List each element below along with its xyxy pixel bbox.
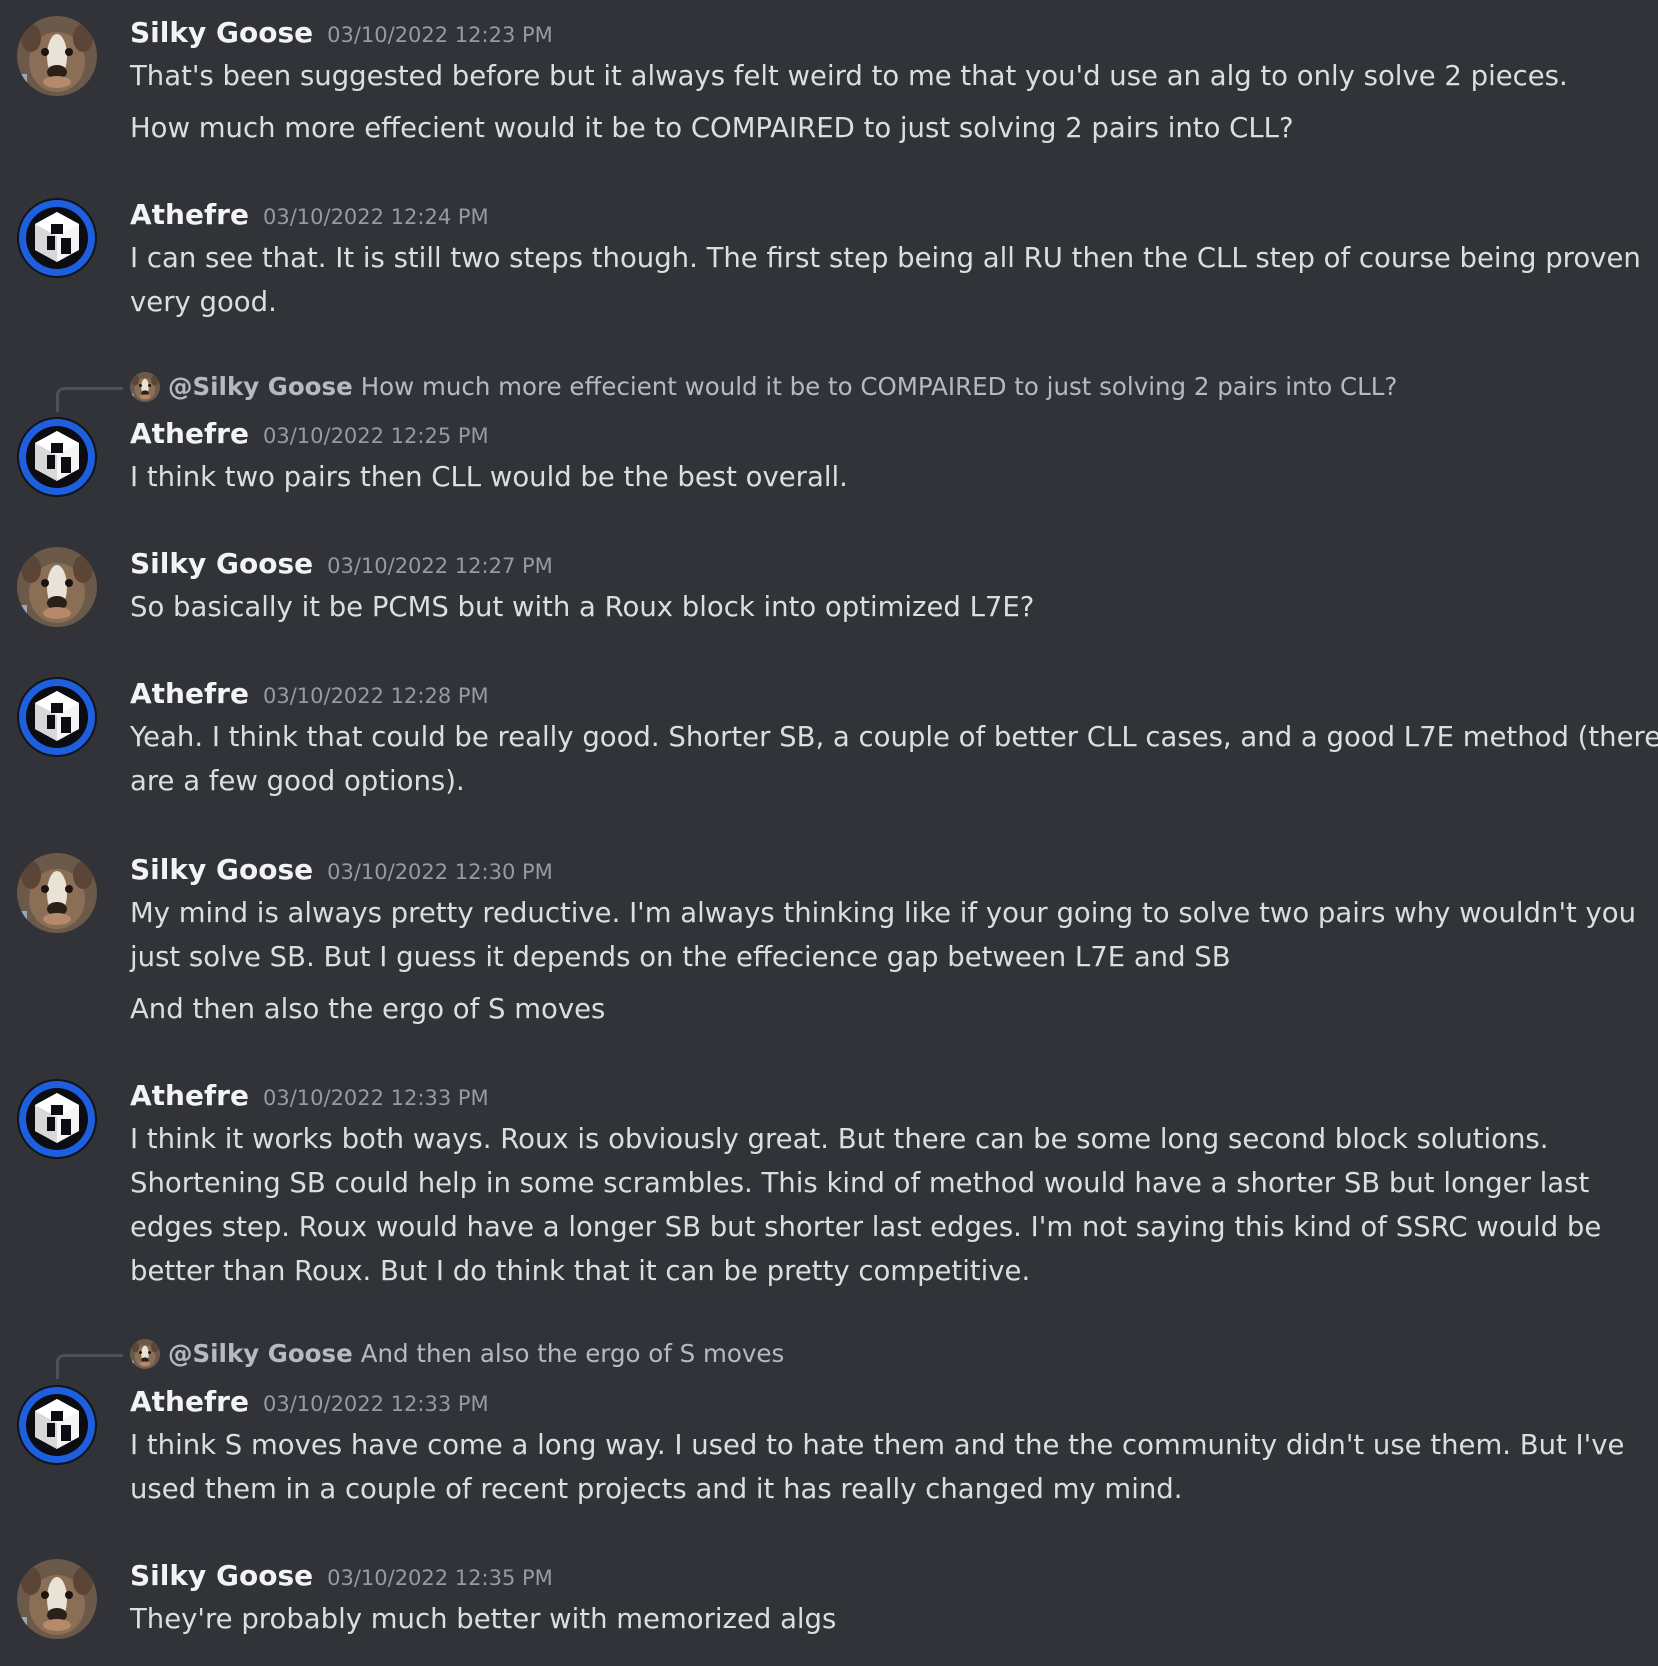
message-content: I think two pairs then CLL would be the … [130,455,1630,499]
reply-preview[interactable]: @Silky Goose And then also the ergo of S … [130,1338,784,1370]
dog-avatar-icon [130,1339,160,1369]
message-text: So basically it be PCMS but with a Roux … [130,591,1035,623]
message-content: My mind is always pretty reductive. I'm … [130,891,1637,1031]
cube-logo-avatar-icon[interactable] [17,417,97,497]
cube-logo-avatar-icon[interactable] [17,1385,97,1465]
message-text: edges step. Roux would have a longer SB … [130,1211,1602,1243]
timestamp[interactable]: 03/10/2022 12:33 PM [263,1086,489,1110]
reply-text[interactable]: How much more effecient would it be to C… [361,372,1398,401]
dog-avatar-icon[interactable] [17,1559,97,1639]
message-content: I think S moves have come a long way. I … [130,1423,1630,1511]
message-text: I think it works both ways. Roux is obvi… [130,1123,1549,1155]
message-header: Athefre 03/10/2022 12:24 PM [130,198,489,231]
message-header: Athefre 03/10/2022 12:28 PM [130,677,489,710]
message-content: They're probably much better with memori… [130,1597,1630,1641]
message-content: Yeah. I think that could be really good.… [130,715,1658,803]
message-text: I think S moves have come a long way. I … [130,1429,1625,1461]
message-header: Athefre 03/10/2022 12:25 PM [130,417,489,450]
message-header: Athefre 03/10/2022 12:33 PM [130,1385,489,1418]
reply-author[interactable]: @Silky Goose [168,1339,353,1368]
author-name[interactable]: Athefre [130,1385,249,1418]
author-name[interactable]: Silky Goose [130,16,313,49]
dog-avatar-icon [130,372,160,402]
author-name[interactable]: Athefre [130,677,249,710]
message-header: Silky Goose 03/10/2022 12:27 PM [130,547,553,580]
reply-author[interactable]: @Silky Goose [168,372,353,401]
message-text: I think two pairs then CLL would be the … [130,461,848,493]
author-name[interactable]: Silky Goose [130,853,313,886]
reply-text[interactable]: And then also the ergo of S moves [361,1339,785,1368]
cube-logo-avatar-icon[interactable] [17,677,97,757]
message-header: Silky Goose 03/10/2022 12:23 PM [130,16,553,49]
timestamp[interactable]: 03/10/2022 12:25 PM [263,424,489,448]
dog-avatar-icon[interactable] [17,853,97,933]
dog-avatar-icon[interactable] [17,547,97,627]
message-text: used them in a couple of recent projects… [130,1473,1183,1505]
message-text: better than Roux. But I do think that it… [130,1255,1031,1287]
message-text: I can see that. It is still two steps th… [130,242,1641,274]
timestamp[interactable]: 03/10/2022 12:33 PM [263,1392,489,1416]
author-name[interactable]: Silky Goose [130,1559,313,1592]
timestamp[interactable]: 03/10/2022 12:28 PM [263,684,489,708]
message-text: very good. [130,286,277,318]
author-name[interactable]: Athefre [130,1079,249,1112]
message-content: I can see that. It is still two steps th… [130,236,1641,324]
message-text: And then also the ergo of S moves [130,993,606,1025]
message-text: are a few good options). [130,765,465,797]
timestamp[interactable]: 03/10/2022 12:24 PM [263,205,489,229]
message-text: Yeah. I think that could be really good.… [130,721,1658,753]
timestamp[interactable]: 03/10/2022 12:30 PM [327,860,553,884]
message-text: That's been suggested before but it alwa… [130,60,1568,92]
message-header: Silky Goose 03/10/2022 12:35 PM [130,1559,553,1592]
message-list: Silky Goose 03/10/2022 12:23 PM That's be… [0,0,1658,1666]
timestamp[interactable]: 03/10/2022 12:23 PM [327,23,553,47]
message-text: My mind is always pretty reductive. I'm … [130,897,1637,929]
message-content: So basically it be PCMS but with a Roux … [130,585,1630,629]
message-content: I think it works both ways. Roux is obvi… [130,1117,1630,1293]
cube-logo-avatar-icon[interactable] [17,198,97,278]
message-text: They're probably much better with memori… [130,1603,837,1635]
author-name[interactable]: Athefre [130,417,249,450]
reply-preview[interactable]: @Silky Goose How much more effecient woul… [130,371,1397,403]
reply-spine [56,1354,123,1379]
message-text: How much more effecient would it be to C… [130,112,1294,144]
message-text: Shortening SB could help in some scrambl… [130,1167,1590,1199]
message-text: just solve SB. But I guess it depends on… [130,941,1231,973]
timestamp[interactable]: 03/10/2022 12:35 PM [327,1566,553,1590]
author-name[interactable]: Silky Goose [130,547,313,580]
author-name[interactable]: Athefre [130,198,249,231]
reply-spine [56,387,123,412]
message-content: That's been suggested before but it alwa… [130,54,1630,150]
timestamp[interactable]: 03/10/2022 12:27 PM [327,554,553,578]
message-header: Silky Goose 03/10/2022 12:30 PM [130,853,553,886]
cube-logo-avatar-icon[interactable] [17,1079,97,1159]
dog-avatar-icon[interactable] [17,16,97,96]
message-header: Athefre 03/10/2022 12:33 PM [130,1079,489,1112]
